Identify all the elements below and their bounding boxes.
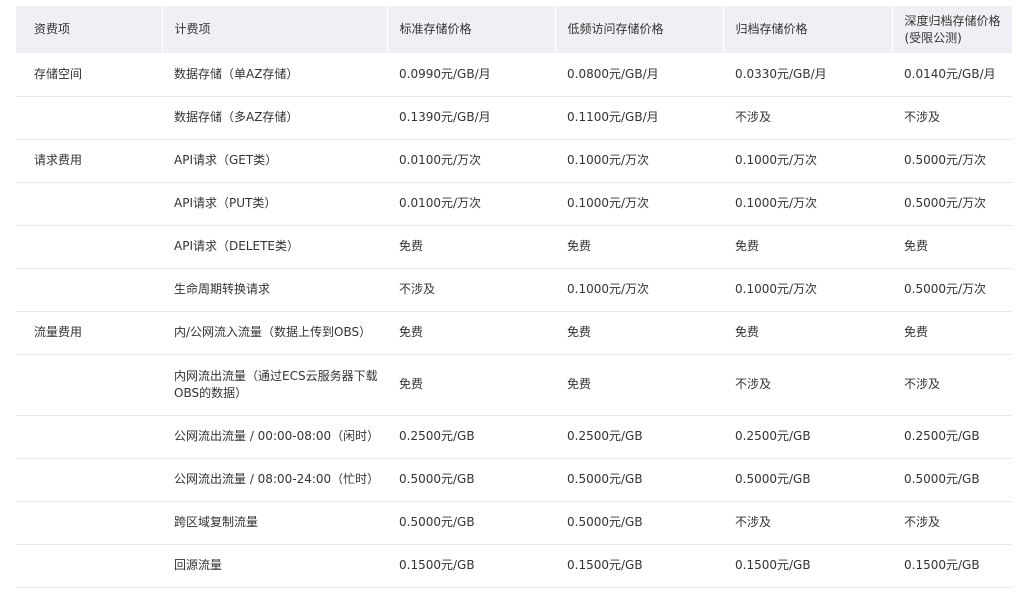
header-standard-price: 标准存储价格	[387, 6, 556, 53]
cell-infrequent-price: 免费	[555, 225, 723, 269]
cell-archive-price: 不涉及	[723, 354, 892, 416]
header-deep-archive-price: 深度归档存储价格 (受限公测)	[904, 13, 1001, 45]
table-row: 跨区域复制流量 0.5000元/GB 0.5000元/GB 不涉及 不涉及	[16, 501, 1012, 545]
header-category: 资费项	[16, 6, 163, 53]
cell-standard-price: 0.0990元/GB/月	[387, 53, 555, 97]
cell-category	[16, 225, 162, 269]
cell-deep-archive-price: 0.2500元/GB	[892, 415, 1012, 459]
table-row: 数据存储（多AZ存储） 0.1390元/GB/月 0.1100元/GB/月 不涉及 不涉…	[16, 96, 1012, 140]
cell-item: 公网流出流量 / 08:00-24:00（忙时）	[162, 458, 387, 502]
cell-archive-price: 0.5000元/GB	[723, 458, 892, 502]
header-infrequent-price: 低频访问存储价格	[555, 6, 724, 53]
cell-standard-price: 0.5000元/GB	[387, 501, 555, 545]
cell-category	[16, 458, 162, 502]
cell-standard-price: 免费	[387, 225, 555, 269]
cell-item: 公网流出流量 / 00:00-08:00（闲时）	[162, 415, 387, 459]
cell-deep-archive-price: 不涉及	[892, 354, 1012, 416]
cell-infrequent-price: 0.1000元/万次	[555, 268, 723, 312]
table-row: 流量费用 内/公网流入流量（数据上传到OBS） 免费 免费 免费 免费	[16, 311, 1012, 355]
cell-archive-price: 不涉及	[723, 96, 892, 140]
table-row: API请求（DELETE类） 免费 免费 免费 免费	[16, 225, 1012, 269]
cell-archive-price: 0.0330元/GB/月	[723, 53, 892, 97]
cell-category	[16, 268, 162, 312]
cell-deep-archive-price: 0.5000元/万次	[892, 182, 1012, 226]
cell-item: 内/公网流入流量（数据上传到OBS）	[162, 311, 387, 355]
cell-archive-price: 0.1000元/万次	[723, 268, 892, 312]
cell-category: 存储空间	[16, 53, 162, 97]
cell-standard-price: 0.1390元/GB/月	[387, 96, 555, 140]
cell-infrequent-price: 0.1500元/GB	[555, 544, 723, 588]
cell-deep-archive-price: 0.5000元/万次	[892, 268, 1012, 312]
cell-standard-price: 免费	[387, 354, 555, 416]
cell-category	[16, 544, 162, 588]
cell-item: 内网流出流量（通过ECS云服务器下载OBS的数据）	[162, 354, 387, 416]
header-item: 计费项	[162, 6, 388, 53]
table-row: 公网流出流量 / 08:00-24:00（忙时） 0.5000元/GB 0.5000…	[16, 458, 1012, 502]
header-archive-price: 归档存储价格	[723, 6, 893, 53]
cell-category	[16, 501, 162, 545]
cell-infrequent-price: 免费	[555, 354, 723, 416]
cell-deep-archive-price: 0.1500元/GB	[892, 544, 1012, 588]
table-row: 内网流出流量（通过ECS云服务器下载OBS的数据） 免费 免费 不涉及 不涉及	[16, 354, 1012, 416]
pricing-table-container: 资费项 计费项 标准存储价格 低频访问存储价格 归档存储价格 深度归档存储价格 …	[16, 6, 1012, 588]
cell-standard-price: 0.0100元/万次	[387, 139, 555, 183]
cell-deep-archive-price: 免费	[892, 311, 1012, 355]
cell-standard-price: 不涉及	[387, 268, 555, 312]
cell-archive-price: 0.1000元/万次	[723, 182, 892, 226]
pricing-table: 资费项 计费项 标准存储价格 低频访问存储价格 归档存储价格 深度归档存储价格 …	[16, 6, 1012, 588]
cell-archive-price: 免费	[723, 225, 892, 269]
cell-archive-price: 0.1000元/万次	[723, 139, 892, 183]
cell-archive-price: 不涉及	[723, 501, 892, 545]
cell-standard-price: 0.5000元/GB	[387, 458, 555, 502]
cell-deep-archive-price: 不涉及	[892, 96, 1012, 140]
cell-infrequent-price: 0.0800元/GB/月	[555, 53, 723, 97]
cell-infrequent-price: 0.2500元/GB	[555, 415, 723, 459]
table-row: 生命周期转换请求 不涉及 0.1000元/万次 0.1000元/万次 0.5000元/万…	[16, 268, 1012, 312]
cell-standard-price: 0.2500元/GB	[387, 415, 555, 459]
cell-item: 生命周期转换请求	[162, 268, 387, 312]
table-header: 资费项 计费项 标准存储价格 低频访问存储价格 归档存储价格 深度归档存储价格 …	[16, 6, 1012, 53]
cell-item: API请求（DELETE类）	[162, 225, 387, 269]
cell-infrequent-price: 0.1000元/万次	[555, 182, 723, 226]
table-row: 请求费用 API请求（GET类） 0.0100元/万次 0.1000元/万次 0.100…	[16, 139, 1012, 183]
cell-deep-archive-price: 0.0140元/GB/月	[892, 53, 1012, 97]
cell-item: API请求（PUT类）	[162, 182, 387, 226]
cell-category	[16, 354, 162, 416]
cell-deep-archive-price: 0.5000元/万次	[892, 139, 1012, 183]
cell-deep-archive-price: 0.5000元/GB	[892, 458, 1012, 502]
table-row: 回源流量 0.1500元/GB 0.1500元/GB 0.1500元/GB 0.1500…	[16, 544, 1012, 588]
cell-infrequent-price: 0.5000元/GB	[555, 501, 723, 545]
cell-archive-price: 0.2500元/GB	[723, 415, 892, 459]
cell-item: 数据存储（多AZ存储）	[162, 96, 387, 140]
cell-item: 跨区域复制流量	[162, 501, 387, 545]
header-row: 资费项 计费项 标准存储价格 低频访问存储价格 归档存储价格 深度归档存储价格 …	[16, 6, 1012, 53]
cell-standard-price: 免费	[387, 311, 555, 355]
cell-standard-price: 0.0100元/万次	[387, 182, 555, 226]
cell-category	[16, 96, 162, 140]
table-body: 存储空间 数据存储（单AZ存储） 0.0990元/GB/月 0.0800元/GB/月 0…	[16, 53, 1012, 588]
cell-category: 请求费用	[16, 139, 162, 183]
table-row: 存储空间 数据存储（单AZ存储） 0.0990元/GB/月 0.0800元/GB/月 0…	[16, 53, 1012, 97]
cell-category: 流量费用	[16, 311, 162, 355]
cell-infrequent-price: 免费	[555, 311, 723, 355]
cell-archive-price: 免费	[723, 311, 892, 355]
cell-infrequent-price: 0.1100元/GB/月	[555, 96, 723, 140]
cell-standard-price: 0.1500元/GB	[387, 544, 555, 588]
cell-category	[16, 415, 162, 459]
table-row: 公网流出流量 / 00:00-08:00（闲时） 0.2500元/GB 0.2500…	[16, 415, 1012, 459]
cell-item: 数据存储（单AZ存储）	[162, 53, 387, 97]
cell-infrequent-price: 0.1000元/万次	[555, 139, 723, 183]
cell-item: API请求（GET类）	[162, 139, 387, 183]
cell-category	[16, 182, 162, 226]
table-row: API请求（PUT类） 0.0100元/万次 0.1000元/万次 0.1000元/万…	[16, 182, 1012, 226]
cell-archive-price: 0.1500元/GB	[723, 544, 892, 588]
cell-infrequent-price: 0.5000元/GB	[555, 458, 723, 502]
cell-deep-archive-price: 不涉及	[892, 501, 1012, 545]
cell-deep-archive-price: 免费	[892, 225, 1012, 269]
cell-item: 回源流量	[162, 544, 387, 588]
